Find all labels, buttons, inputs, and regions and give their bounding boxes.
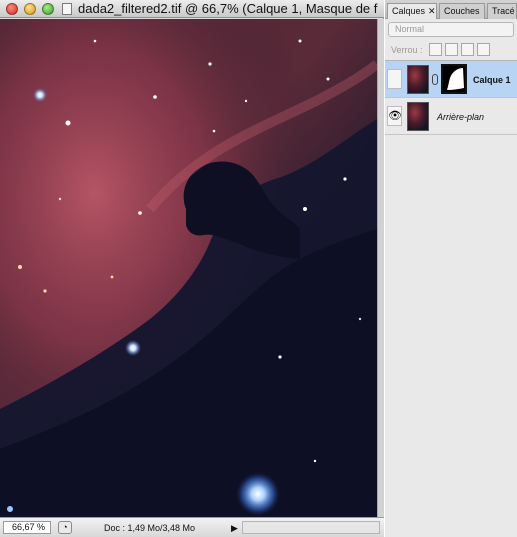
tab-paths[interactable]: Tracé bbox=[487, 3, 517, 19]
status-arrow-icon[interactable]: ▶ bbox=[231, 522, 239, 534]
move-icon[interactable] bbox=[461, 43, 474, 56]
vertical-scrollbar[interactable] bbox=[377, 19, 384, 517]
brush-icon[interactable] bbox=[445, 43, 458, 56]
status-menu-button[interactable]: ◔ bbox=[58, 521, 72, 534]
layer-thumbnail[interactable] bbox=[407, 102, 429, 131]
document-window: dada2_filtered2.tif @ 66,7% (Calque 1, M… bbox=[0, 0, 384, 537]
visibility-toggle[interactable] bbox=[387, 69, 402, 89]
panel-tabs: Calques ✕ Couches Tracé bbox=[385, 0, 517, 19]
layer-row-background[interactable]: 👁 Arrière-plan bbox=[385, 98, 517, 135]
tab-layers-label: Calques bbox=[392, 6, 426, 16]
horsehead-nebula-image bbox=[0, 19, 377, 517]
document-size: Doc : 1,49 Mo/3,48 Mo bbox=[104, 523, 196, 533]
status-bar: 66,67 % ◔ Doc : 1,49 Mo/3,48 Mo ▶ bbox=[0, 517, 384, 537]
layer-name: Arrière-plan bbox=[437, 112, 485, 122]
layer-thumbnail[interactable] bbox=[407, 65, 429, 94]
layers-panel: Calques✕ Couches Tracé Normal Verrou : bbox=[385, 0, 517, 537]
layer-mask-thumbnail[interactable] bbox=[441, 64, 467, 94]
lock-icon[interactable] bbox=[477, 43, 490, 56]
blend-mode-select[interactable]: Normal bbox=[388, 22, 514, 37]
layer-name: Calque 1 bbox=[473, 75, 511, 85]
minimize-icon[interactable] bbox=[24, 3, 36, 15]
document-titlebar[interactable]: dada2_filtered2.tif @ 66,7% (Calque 1, M… bbox=[0, 0, 384, 18]
layer-row-calque-1[interactable]: Calque 1 bbox=[385, 61, 517, 98]
eye-icon[interactable]: 👁 bbox=[387, 106, 402, 126]
photoshop-screen: dada2_filtered2.tif @ 66,7% (Calque 1, M… bbox=[0, 0, 517, 537]
link-icon[interactable] bbox=[432, 74, 438, 85]
tab-channels-label: Couches bbox=[444, 6, 480, 16]
mask-shape bbox=[447, 68, 464, 90]
maximize-icon[interactable] bbox=[42, 3, 54, 15]
lock-row: Verrou : bbox=[385, 40, 517, 60]
tab-layers[interactable]: Calques ✕ bbox=[387, 3, 437, 19]
document-title: dada2_filtered2.tif @ 66,7% (Calque 1, M… bbox=[78, 1, 378, 16]
close-icon[interactable]: ✕ bbox=[428, 6, 436, 16]
tab-paths-label: Tracé bbox=[492, 6, 515, 16]
close-icon[interactable] bbox=[6, 3, 18, 15]
horizontal-scrollbar[interactable] bbox=[242, 521, 380, 534]
zoom-field[interactable]: 66,67 % bbox=[3, 521, 51, 534]
tab-channels[interactable]: Couches bbox=[439, 3, 485, 19]
image-canvas[interactable] bbox=[0, 19, 377, 517]
lock-label: Verrou : bbox=[391, 45, 423, 55]
transparency-lock-icon[interactable] bbox=[429, 43, 442, 56]
document-icon bbox=[62, 3, 72, 15]
